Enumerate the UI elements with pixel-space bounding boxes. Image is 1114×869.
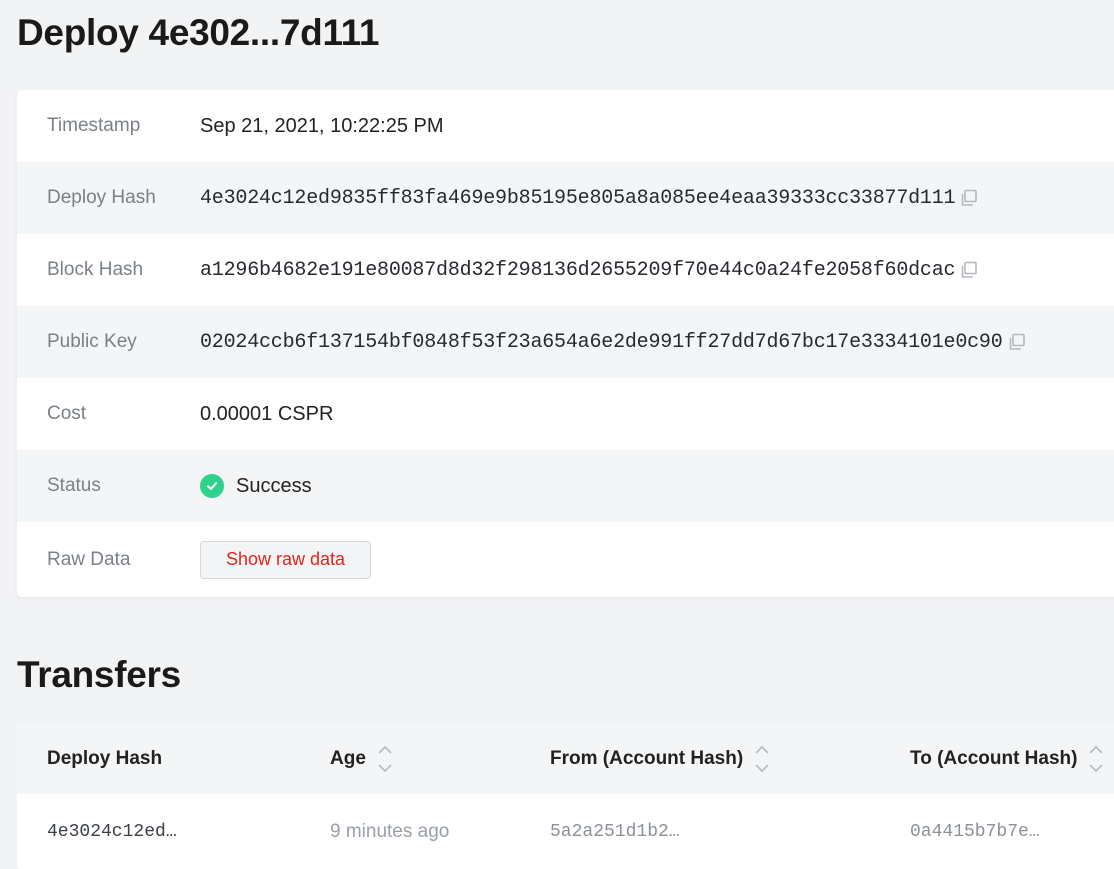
- deploy-hash-label: Deploy Hash: [47, 187, 156, 208]
- column-header-deploy-hash: Deploy Hash: [47, 724, 162, 794]
- show-raw-data-button[interactable]: Show raw data: [200, 540, 372, 579]
- transfers-title: Transfers: [17, 654, 181, 695]
- cost-value: 0.00001 CSPR: [200, 402, 334, 425]
- transfer-from[interactable]: 5a2a251d1b2…: [550, 822, 680, 842]
- table-header: Deploy Hash Age From (Account Hash) To (…: [17, 724, 1114, 794]
- page-title: Deploy 4e302...7d111: [17, 12, 380, 53]
- public-key-value[interactable]: 02024ccb6f137154bf0848f53f23a654a6e2de99…: [200, 331, 1003, 354]
- block-hash-value[interactable]: a1296b4682e191e80087d8d32f298136d2655209…: [200, 259, 956, 282]
- raw-data-label: Raw Data: [47, 548, 131, 570]
- status-label: Status: [47, 475, 101, 496]
- deploy-hash-value[interactable]: 4e3024c12ed9835ff83fa469e9b85195e805a8a0…: [200, 187, 956, 210]
- column-header-to[interactable]: To (Account Hash): [910, 724, 1105, 794]
- column-header-label: From (Account Hash): [550, 748, 744, 769]
- block-hash-label: Block Hash: [47, 259, 144, 280]
- deploy-hash-row: Deploy Hash 4e3024c12ed9835ff83fa469e9b8…: [17, 162, 1114, 234]
- table-row: 4e3024c12ed… 9 minutes ago 5a2a251d1b2… …: [17, 794, 1114, 869]
- status-value: Success: [236, 474, 312, 497]
- timestamp-value: Sep 21, 2021, 10:22:25 PM: [200, 114, 444, 137]
- timestamp-label: Timestamp: [47, 115, 141, 136]
- copy-icon[interactable]: [1007, 332, 1027, 352]
- transfer-to[interactable]: 0a4415b7b7e…: [910, 822, 1040, 842]
- sort-icon[interactable]: [753, 743, 771, 775]
- copy-icon[interactable]: [959, 188, 979, 208]
- sort-icon[interactable]: [1087, 743, 1105, 775]
- sort-icon[interactable]: [376, 743, 394, 775]
- transfers-table: Deploy Hash Age From (Account Hash) To (…: [17, 724, 1114, 869]
- transfer-deploy-hash[interactable]: 4e3024c12ed…: [47, 822, 177, 842]
- block-hash-row: Block Hash a1296b4682e191e80087d8d32f298…: [17, 234, 1114, 306]
- check-circle-icon: [200, 474, 224, 498]
- timestamp-row: Timestamp Sep 21, 2021, 10:22:25 PM: [17, 90, 1114, 162]
- copy-icon[interactable]: [959, 260, 979, 280]
- transfer-age: 9 minutes ago: [330, 820, 450, 842]
- column-header-from[interactable]: From (Account Hash): [550, 724, 771, 794]
- column-header-label: Deploy Hash: [47, 748, 163, 769]
- column-header-label: To (Account Hash): [910, 748, 1078, 769]
- raw-data-row: Raw Data Show raw data: [17, 522, 1114, 597]
- cost-label: Cost: [47, 403, 87, 424]
- deploy-details-card: Timestamp Sep 21, 2021, 10:22:25 PM Depl…: [17, 90, 1114, 597]
- cost-row: Cost 0.00001 CSPR: [17, 378, 1114, 450]
- column-header-age[interactable]: Age: [330, 724, 394, 794]
- column-header-label: Age: [330, 748, 366, 769]
- status-row: Status Success: [17, 450, 1114, 522]
- public-key-label: Public Key: [47, 331, 137, 352]
- public-key-row: Public Key 02024ccb6f137154bf0848f53f23a…: [17, 306, 1114, 378]
